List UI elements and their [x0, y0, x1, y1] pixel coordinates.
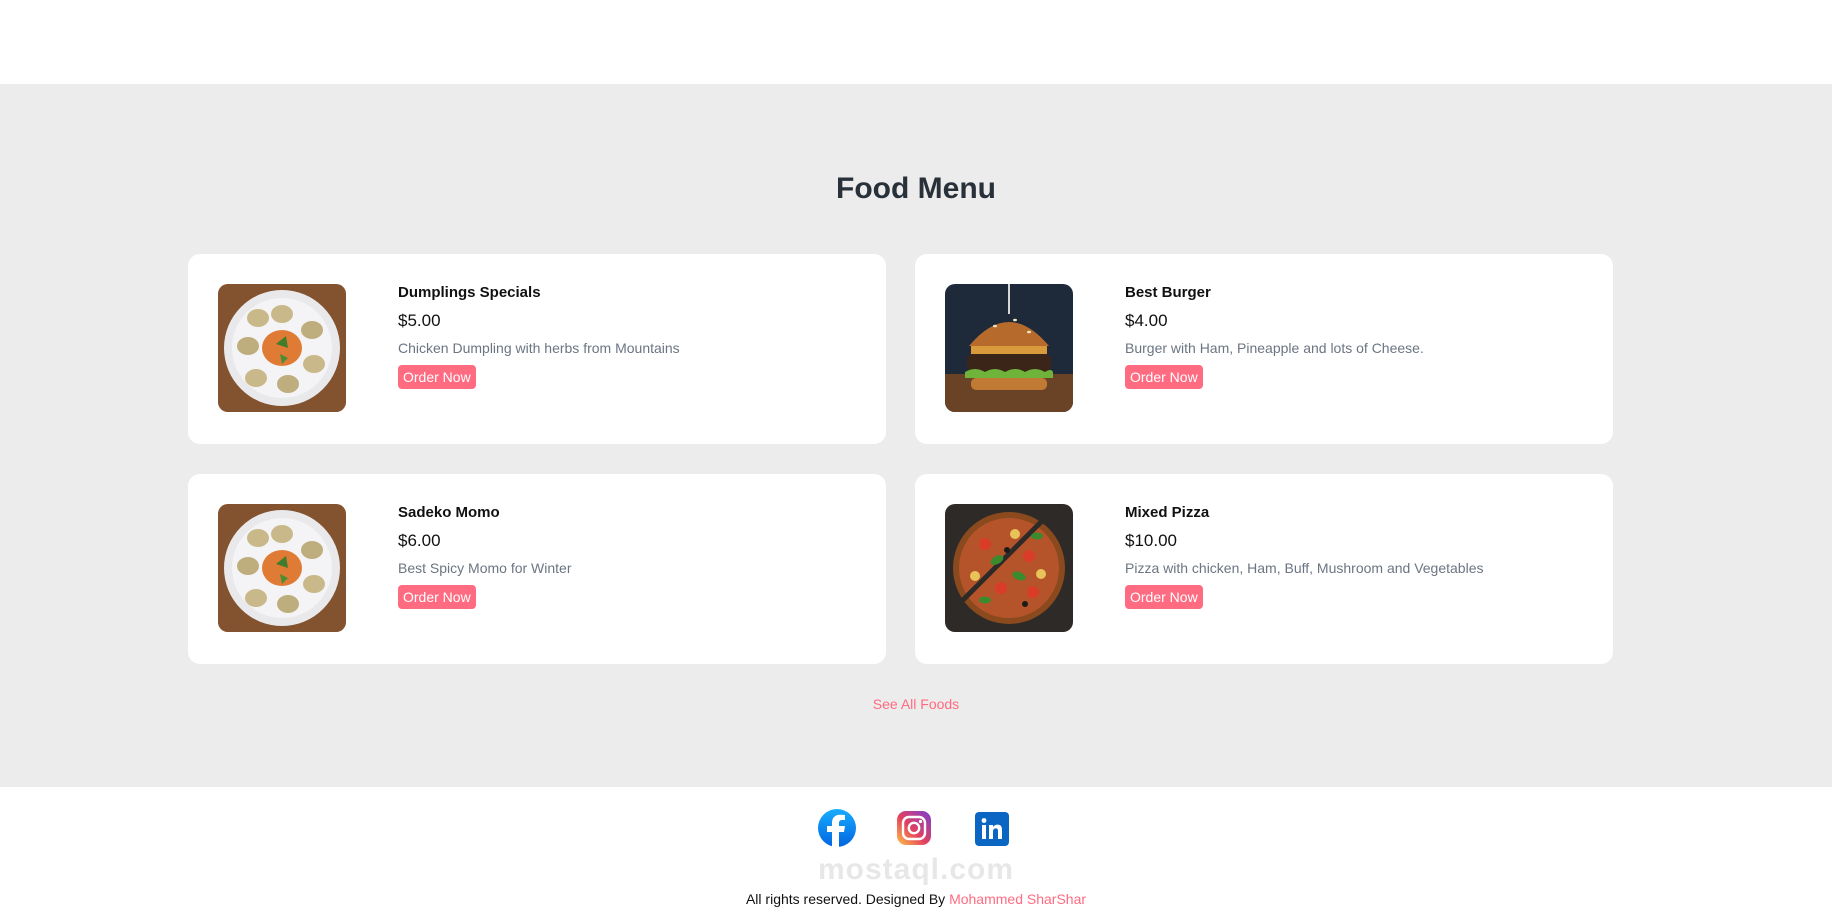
burger-image [945, 284, 1073, 412]
momo-image [218, 504, 346, 632]
footer: mostaql.com All rights reserved. Designe… [0, 787, 1832, 923]
item-description: Burger with Ham, Pineapple and lots of C… [1125, 340, 1424, 356]
linkedin-icon[interactable] [975, 812, 1009, 846]
item-description: Pizza with chicken, Ham, Buff, Mushroom … [1125, 560, 1484, 576]
item-price: $6.00 [398, 531, 441, 550]
item-name: Sadeko Momo [398, 504, 500, 521]
dumplings-image [218, 284, 346, 412]
item-price: $4.00 [1125, 311, 1168, 330]
menu-card-dumplings-specials: Dumplings Specials $5.00 Chicken Dumplin… [188, 254, 886, 444]
item-name: Best Burger [1125, 284, 1211, 301]
item-name: Mixed Pizza [1125, 504, 1210, 521]
pizza-image [945, 504, 1073, 632]
top-band [0, 0, 1832, 84]
facebook-icon[interactable] [818, 809, 856, 847]
order-now-button[interactable]: Order Now [1125, 585, 1203, 609]
mostaql-watermark: mostaql.com [817, 853, 1015, 886]
menu-card-best-burger: Best Burger $4.00 Burger with Ham, Pinea… [915, 254, 1613, 444]
designer-link[interactable]: Mohammed SharShar [949, 891, 1086, 907]
item-description: Best Spicy Momo for Winter [398, 560, 572, 576]
order-now-button[interactable]: Order Now [398, 365, 476, 389]
item-price: $10.00 [1125, 531, 1177, 550]
menu-card-sadeko-momo: Sadeko Momo $6.00 Best Spicy Momo for Wi… [188, 474, 886, 664]
credit-prefix: All rights reserved. Designed By [745, 891, 946, 907]
item-description: Chicken Dumpling with herbs from Mountai… [398, 340, 680, 356]
menu-card-mixed-pizza: Mixed Pizza $10.00 Pizza with chicken, H… [915, 474, 1613, 664]
page-title: Food Menu [836, 172, 996, 205]
instagram-icon[interactable] [897, 811, 931, 845]
item-price: $5.00 [398, 311, 441, 330]
order-now-button[interactable]: Order Now [398, 585, 476, 609]
see-all-foods-link[interactable]: See All Foods [0, 696, 1832, 712]
order-now-button[interactable]: Order Now [1125, 365, 1203, 389]
copyright-text: All rights reserved. Designed By Mohamme… [0, 891, 1832, 907]
item-name: Dumplings Specials [398, 284, 541, 301]
food-menu-section: Food Menu Dumplings Specials $5.00 Chick… [0, 84, 1832, 787]
